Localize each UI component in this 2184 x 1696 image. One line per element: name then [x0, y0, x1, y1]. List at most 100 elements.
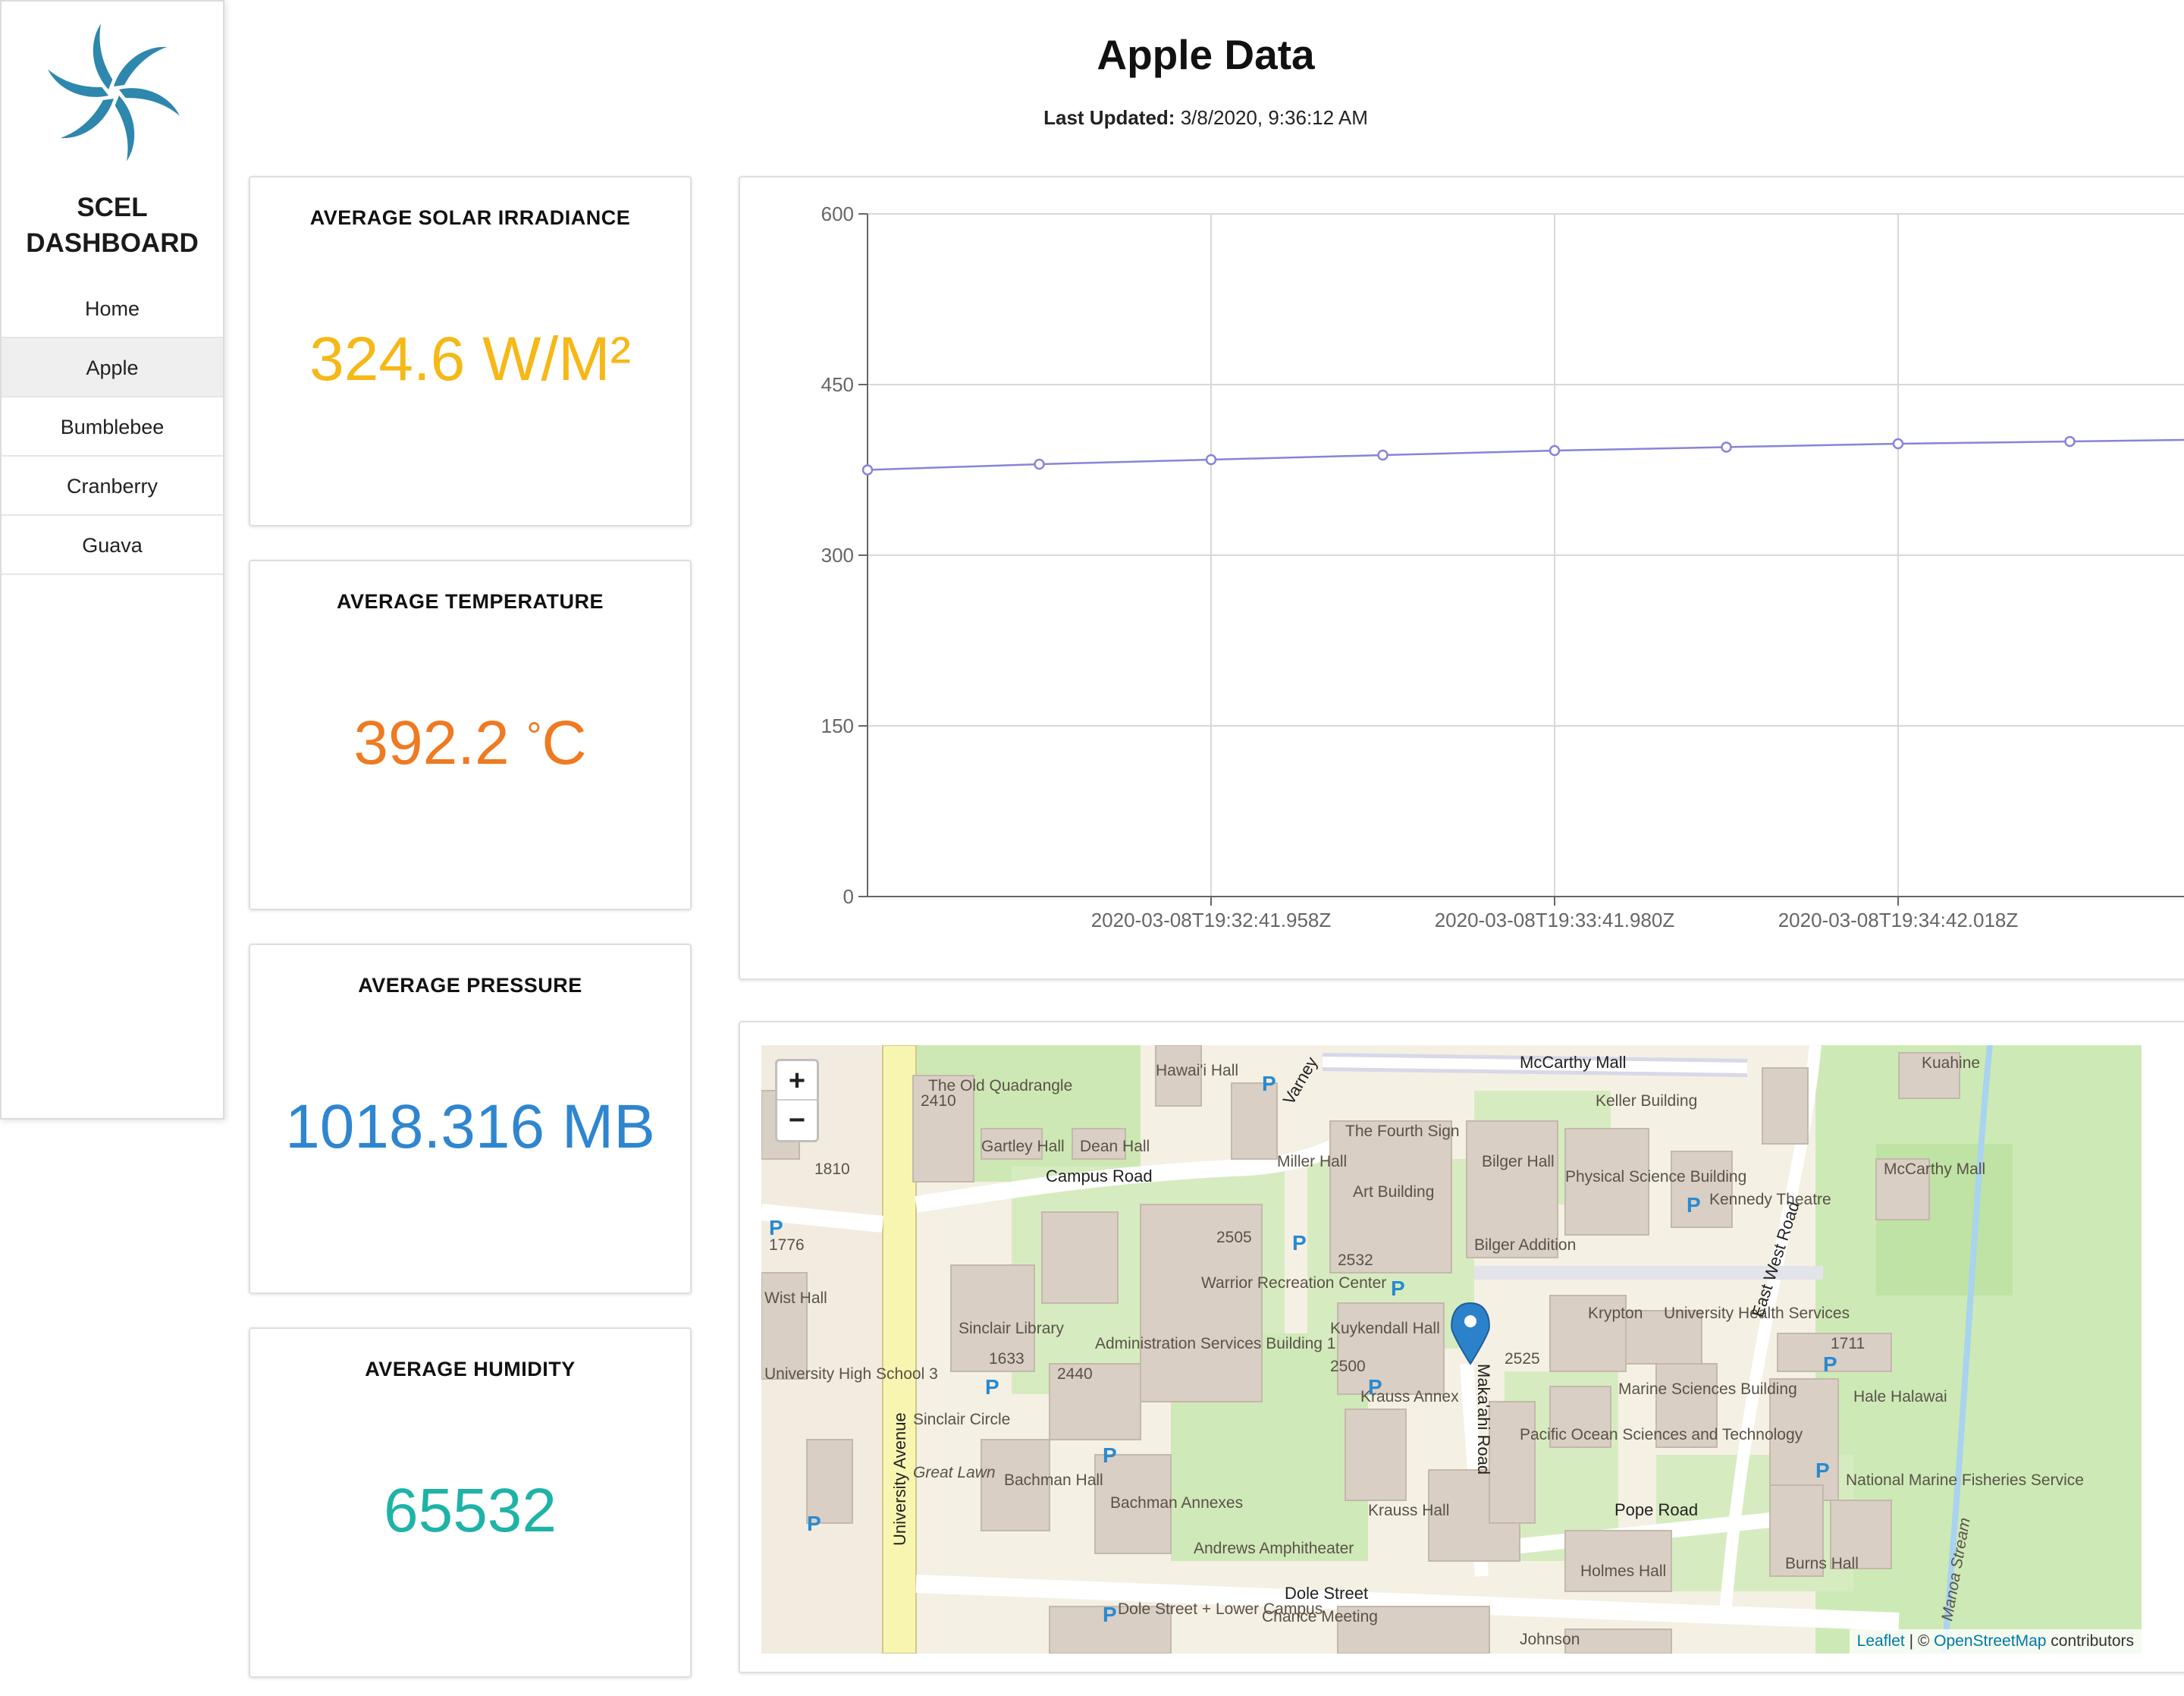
attribution-tail: contributors: [2046, 1632, 2134, 1650]
map-label: Burns Hall: [1785, 1555, 1859, 1572]
road-label: McCarthy Mall: [1520, 1053, 1627, 1072]
sidebar-item-apple[interactable]: Apple: [2, 338, 223, 397]
svg-text:P: P: [1815, 1459, 1830, 1482]
map-label: 2440: [1057, 1365, 1093, 1383]
pressure-card: AVERAGE PRESSURE 1018.316 MB: [249, 944, 692, 1294]
map-label: 1711: [1831, 1335, 1865, 1352]
line-chart: 0 150 300 450 600 2020-03-08T19:32:41.958Z 202…: [821, 203, 2184, 931]
data-point: [1034, 458, 1045, 470]
last-updated-value: 3/8/2020, 9:36:12 AM: [1180, 106, 1368, 129]
sidebar-item-guava[interactable]: Guava: [2, 516, 223, 575]
solar-irradiance-value: 324.6 W/M²: [309, 325, 631, 394]
map-label: Physical Science Building: [1565, 1168, 1746, 1186]
map-tiles: The Old Quadrangle Hawai'i Hall Gartley …: [761, 1045, 2142, 1654]
temperature-card: AVERAGE TEMPERATURE 392.2 °C: [249, 560, 692, 910]
map-label: Administration Services Building 1: [1095, 1335, 1335, 1352]
zoom-control: + −: [775, 1059, 819, 1142]
osm-link[interactable]: OpenStreetMap: [1934, 1632, 2046, 1650]
road-label: Maka'ahi Road: [1474, 1364, 1493, 1475]
page-title: Apple Data: [1097, 31, 1315, 78]
map-label: Marine Sciences Building: [1618, 1380, 1797, 1398]
road-label: Pope Road: [1614, 1500, 1698, 1519]
map-attribution: Leaflet | © OpenStreetMap contributors: [1849, 1629, 2142, 1654]
map-label: Kuykendall Hall: [1330, 1320, 1440, 1337]
data-point: [1549, 444, 1561, 457]
map-label: Krypton: [1588, 1305, 1643, 1322]
brand-line1: SCEL: [77, 193, 148, 222]
map-label: Pacific Ocean Sciences and Technology: [1520, 1426, 1803, 1443]
road-label: Dole Street: [1285, 1584, 1368, 1603]
svg-text:P: P: [1391, 1277, 1405, 1300]
pressure-value: 1018.316 MB: [285, 1092, 655, 1161]
sidebar: SCEL DASHBOARD Home Apple Bumblebee Cran…: [0, 0, 224, 1120]
map-label: 2505: [1216, 1229, 1252, 1246]
map-label: Hale Halawai: [1853, 1388, 1947, 1405]
map-label: Gartley Hall: [981, 1138, 1065, 1155]
svg-text:P: P: [1823, 1352, 1837, 1376]
temperature-number: 392.2: [353, 708, 510, 777]
humidity-value: 65532: [383, 1476, 557, 1545]
zoom-out-button[interactable]: −: [777, 1101, 817, 1140]
degree-symbol: °: [526, 715, 542, 757]
data-point: [1721, 441, 1732, 453]
chart-panel: 0 150 300 450 600 2020-03-08T19:32:41.958Z 202…: [739, 176, 2184, 980]
sidebar-item-bumblebee[interactable]: Bumblebee: [2, 397, 223, 457]
map-label: 2532: [1338, 1252, 1373, 1269]
map-label: Sinclair Library: [959, 1320, 1064, 1337]
map-label: Kennedy Theatre: [1709, 1191, 1831, 1208]
x-tick-label: 2020-03-08T19:32:41.958Z: [1091, 909, 1332, 931]
last-updated-label: Last Updated:: [1043, 106, 1175, 129]
solar-irradiance-card: AVERAGE SOLAR IRRADIANCE 324.6 W/M²: [249, 176, 692, 526]
map-label: University High School 3: [764, 1365, 938, 1383]
map-label: Bilger Hall: [1482, 1153, 1555, 1170]
map-label: Krauss Hall: [1368, 1502, 1449, 1519]
data-point: [2064, 435, 2076, 448]
road-label: Campus Road: [1046, 1167, 1153, 1186]
x-tick-label: 2020-03-08T19:34:42.018Z: [1778, 909, 2019, 931]
svg-text:P: P: [1292, 1231, 1307, 1255]
data-point: [1892, 438, 1904, 450]
svg-text:P: P: [1262, 1072, 1276, 1095]
map-view[interactable]: The Old Quadrangle Hawai'i Hall Gartley …: [761, 1045, 2142, 1654]
brand-line2: DASHBOARD: [26, 228, 199, 258]
map-label: Dean Hall: [1080, 1138, 1150, 1155]
x-tick-label: 2020-03-08T19:33:41.980Z: [1435, 909, 1675, 931]
map-label: McCarthy Mall: [1884, 1161, 1985, 1178]
map-label: 1633: [989, 1350, 1025, 1368]
data-point: [1205, 454, 1217, 466]
y-tick-label: 0: [843, 885, 854, 908]
map-panel: The Old Quadrangle Hawai'i Hall Gartley …: [739, 1021, 2184, 1673]
map-label: 1810: [814, 1161, 850, 1178]
map-label: Hawai'i Hall: [1156, 1062, 1238, 1079]
card-title: AVERAGE SOLAR IRRADIANCE: [309, 206, 631, 229]
map-label: Holmes Hall: [1580, 1563, 1666, 1580]
map-label: Warrior Recreation Center: [1201, 1274, 1386, 1292]
svg-text:P: P: [807, 1512, 821, 1535]
sidebar-nav: Home Apple Bumblebee Cranberry Guava: [2, 279, 223, 575]
map-label: 2525: [1505, 1350, 1540, 1368]
map-label: Great Lawn: [913, 1464, 996, 1481]
map-label: Sinclair Circle: [913, 1411, 1010, 1428]
map-label: Keller Building: [1596, 1092, 1697, 1110]
map-label: 2500: [1330, 1358, 1366, 1375]
brand-title: SCEL DASHBOARD: [2, 190, 223, 261]
svg-text:P: P: [769, 1216, 783, 1239]
svg-text:P: P: [1103, 1603, 1117, 1626]
map-label: The Fourth Sign: [1345, 1123, 1460, 1140]
map-label: Johnson: [1520, 1631, 1580, 1648]
card-title: AVERAGE HUMIDITY: [365, 1358, 576, 1380]
map-label: National Marine Fisheries Service: [1846, 1471, 2084, 1489]
sidebar-item-home[interactable]: Home: [2, 279, 223, 338]
map-label: Wist Hall: [764, 1289, 827, 1307]
svg-text:P: P: [1368, 1375, 1382, 1399]
data-point: [861, 464, 874, 476]
svg-text:P: P: [985, 1375, 999, 1399]
sidebar-item-cranberry[interactable]: Cranberry: [2, 457, 223, 516]
zoom-in-button[interactable]: +: [777, 1061, 817, 1101]
humidity-card: AVERAGE HUMIDITY 65532: [249, 1327, 692, 1678]
map-label: Bilger Addition: [1474, 1236, 1576, 1254]
leaflet-link[interactable]: Leaflet: [1857, 1632, 1905, 1650]
map-label: 2410: [921, 1092, 956, 1110]
card-title: AVERAGE PRESSURE: [358, 974, 582, 997]
y-tick-label: 300: [821, 544, 854, 567]
